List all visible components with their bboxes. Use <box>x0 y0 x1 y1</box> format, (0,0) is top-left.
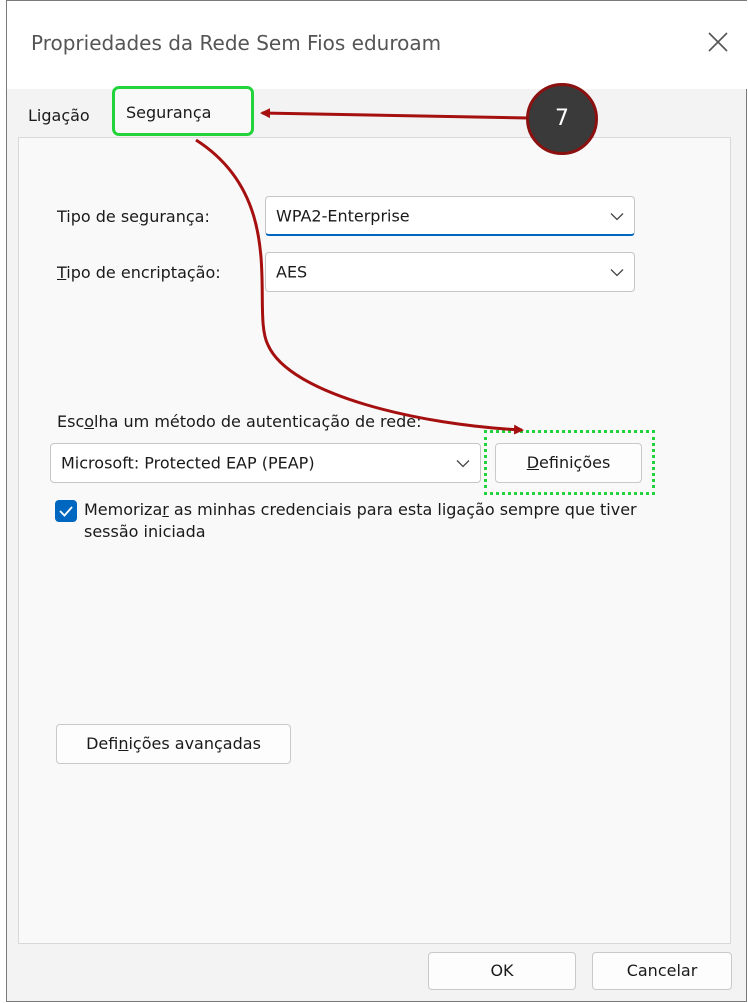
tab-ligacao[interactable]: Ligação <box>24 104 94 127</box>
security-type-value: WPA2-Enterprise <box>276 206 410 225</box>
cancel-button[interactable]: Cancelar <box>592 952 732 990</box>
checkmark-icon <box>59 506 73 517</box>
close-button[interactable] <box>707 31 733 57</box>
encryption-type-select[interactable]: AES <box>265 252 635 292</box>
tab-label: Segurança <box>126 103 212 122</box>
security-type-label: Tipo de segurança: <box>57 207 210 226</box>
encryption-type-value: AES <box>276 262 308 282</box>
remember-credentials-label: Memorizar as minhas credenciais para est… <box>84 500 637 541</box>
advanced-settings-button[interactable]: Definições avançadas <box>56 724 291 764</box>
auth-method-label: Escolha um método de autenticação de red… <box>57 412 422 431</box>
chevron-down-icon <box>610 206 624 225</box>
ok-button[interactable]: OK <box>428 952 576 990</box>
chevron-down-icon <box>610 263 624 282</box>
highlight-box <box>484 430 655 495</box>
encryption-type-label: Tipo de encriptação: <box>57 263 221 282</box>
security-type-select[interactable]: WPA2-Enterprise <box>265 196 635 236</box>
auth-method-select[interactable]: Microsoft: Protected EAP (PEAP) <box>50 443 481 483</box>
window-title: Propriedades da Rede Sem Fios eduroam <box>31 31 442 55</box>
close-icon <box>707 31 733 53</box>
tab-label: Ligação <box>28 106 90 125</box>
auth-method-value: Microsoft: Protected EAP (PEAP) <box>61 453 315 473</box>
tab-seguranca[interactable]: Segurança <box>112 86 254 136</box>
chevron-down-icon <box>456 454 470 473</box>
title-bar: Propriedades da Rede Sem Fios eduroam <box>7 1 748 89</box>
step-badge: 7 <box>526 83 598 155</box>
remember-credentials-checkbox[interactable] <box>55 500 77 522</box>
